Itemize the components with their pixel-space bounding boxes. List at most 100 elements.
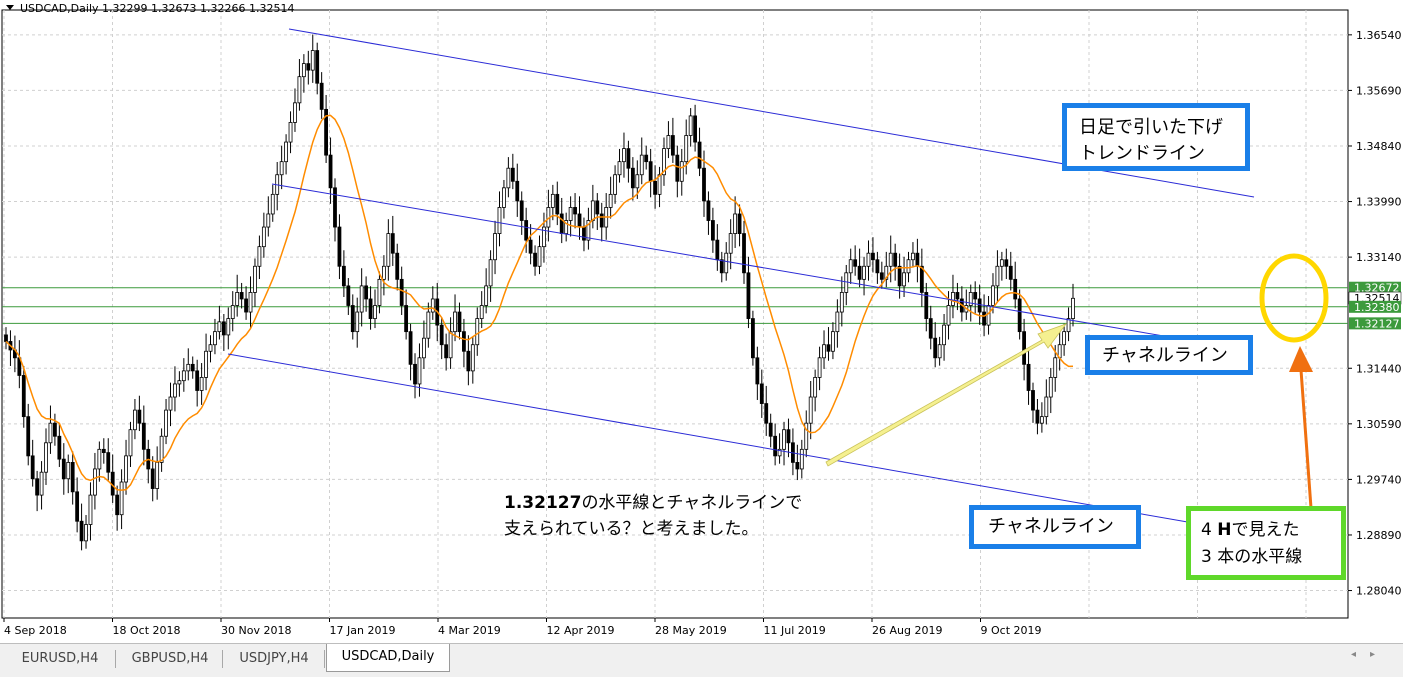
candle-body: [93, 468, 97, 496]
svg-text:1.32127: 1.32127: [1354, 317, 1400, 330]
candle-body: [924, 292, 929, 319]
candle-body: [919, 265, 924, 293]
candle-body: [786, 429, 791, 444]
candle-body: [293, 102, 297, 123]
tab-eurusd-h4[interactable]: EURUSD,H4: [6, 647, 114, 671]
candle-body: [1053, 357, 1058, 378]
trend-line-callout: 日足で引いた下げ トレンドライン: [1062, 103, 1250, 171]
chevron-right-icon[interactable]: ▸: [1370, 649, 1389, 660]
svg-text:1.32380: 1.32380: [1354, 301, 1400, 314]
candle-body: [399, 278, 404, 306]
candle-body: [666, 135, 671, 149]
candle-body: [893, 252, 898, 267]
candle-body: [1071, 297, 1075, 319]
candle-body: [937, 344, 942, 359]
candle-body: [768, 422, 773, 437]
candle-body: [257, 246, 262, 267]
candle-body: [782, 429, 786, 450]
candle-body: [319, 82, 324, 110]
candle-body: [84, 524, 88, 542]
candle-body: [626, 148, 631, 169]
candle-body: [337, 226, 342, 267]
candle-body: [742, 233, 746, 274]
candle-body: [555, 193, 560, 215]
candle-body: [915, 252, 920, 267]
candle-body: [66, 462, 71, 480]
candle-body: [230, 305, 235, 319]
candle-body: [373, 305, 377, 319]
candle-body: [590, 200, 595, 221]
candle-body: [328, 154, 333, 189]
candle-body: [1035, 409, 1040, 424]
candle-body: [270, 193, 275, 215]
candle-body: [137, 409, 142, 424]
candle-body: [524, 220, 529, 241]
candle-body: [404, 305, 409, 333]
candle-body: [795, 462, 800, 470]
triangle-down-icon[interactable]: [6, 5, 14, 10]
candle-body: [417, 357, 422, 385]
candle-body: [897, 265, 902, 287]
candle-body: [279, 161, 284, 176]
candle-body: [208, 344, 213, 352]
candle-body: [991, 285, 995, 306]
candle-body: [430, 298, 435, 313]
candle-body: [484, 285, 489, 306]
candle-body: [35, 478, 40, 496]
candle-body: [381, 265, 386, 280]
candle-body: [88, 494, 93, 525]
candle-body: [733, 213, 738, 234]
candle-body: [582, 226, 586, 241]
h4-lines-callout: 4 Hで見えた 3 本の水平線: [1186, 506, 1346, 580]
x-tick-label: 4 Sep 2018: [4, 624, 67, 637]
candle-body: [973, 292, 978, 300]
candle-body: [533, 252, 537, 267]
candle-body: [248, 292, 253, 313]
highlight-circle: [1259, 253, 1329, 343]
candle-body: [453, 311, 457, 333]
candle-body: [128, 429, 133, 457]
price-label: 1.32127: [1349, 317, 1401, 330]
candle-body: [341, 265, 346, 287]
candle-body: [724, 252, 729, 274]
candle-body: [195, 370, 200, 391]
candle-body: [622, 148, 626, 163]
candle-body: [266, 213, 271, 228]
candle-body: [986, 305, 991, 326]
candle-body: [653, 180, 657, 195]
tab-scroll: ◂▸: [1351, 649, 1389, 660]
tab-usdjpy-h4[interactable]: USDJPY,H4: [224, 647, 324, 671]
candle-body: [115, 494, 120, 516]
chevron-left-icon[interactable]: ◂: [1351, 649, 1370, 660]
candle-body: [288, 122, 293, 143]
candle-body: [515, 180, 520, 202]
candle-body: [751, 318, 755, 359]
candle-body: [902, 272, 906, 287]
candle-body: [217, 321, 222, 333]
tab-usdcad-daily[interactable]: USDCAD,Daily: [326, 644, 450, 672]
candle-body: [261, 226, 266, 248]
candle-body: [177, 380, 182, 385]
orange-arrow: [1289, 346, 1313, 509]
candle-body: [199, 377, 204, 391]
support-note: 1.32127の水平線とチャネルラインで 支えられている？と考えました。: [504, 490, 802, 542]
candle-body: [439, 324, 444, 346]
tab-gbpusd-h4[interactable]: GBPUSD,H4: [118, 647, 222, 671]
y-tick-label: 1.35690: [1356, 84, 1402, 97]
candle-body: [53, 422, 57, 437]
y-tick-label: 1.31440: [1356, 362, 1402, 375]
candle-body: [1017, 298, 1022, 333]
candle-body: [39, 471, 44, 496]
candle-body: [595, 200, 600, 215]
candle-body: [853, 259, 858, 267]
candle-body: [168, 396, 173, 411]
y-tick-label: 1.33990: [1356, 196, 1402, 209]
candle-body: [906, 259, 911, 274]
candle-body: [235, 292, 240, 306]
y-tick-label: 1.33140: [1356, 251, 1402, 264]
candle-body: [933, 337, 938, 359]
candle-body: [510, 167, 515, 182]
candle-body: [426, 311, 431, 339]
candle-body: [253, 265, 257, 293]
candle-body: [1026, 363, 1031, 391]
